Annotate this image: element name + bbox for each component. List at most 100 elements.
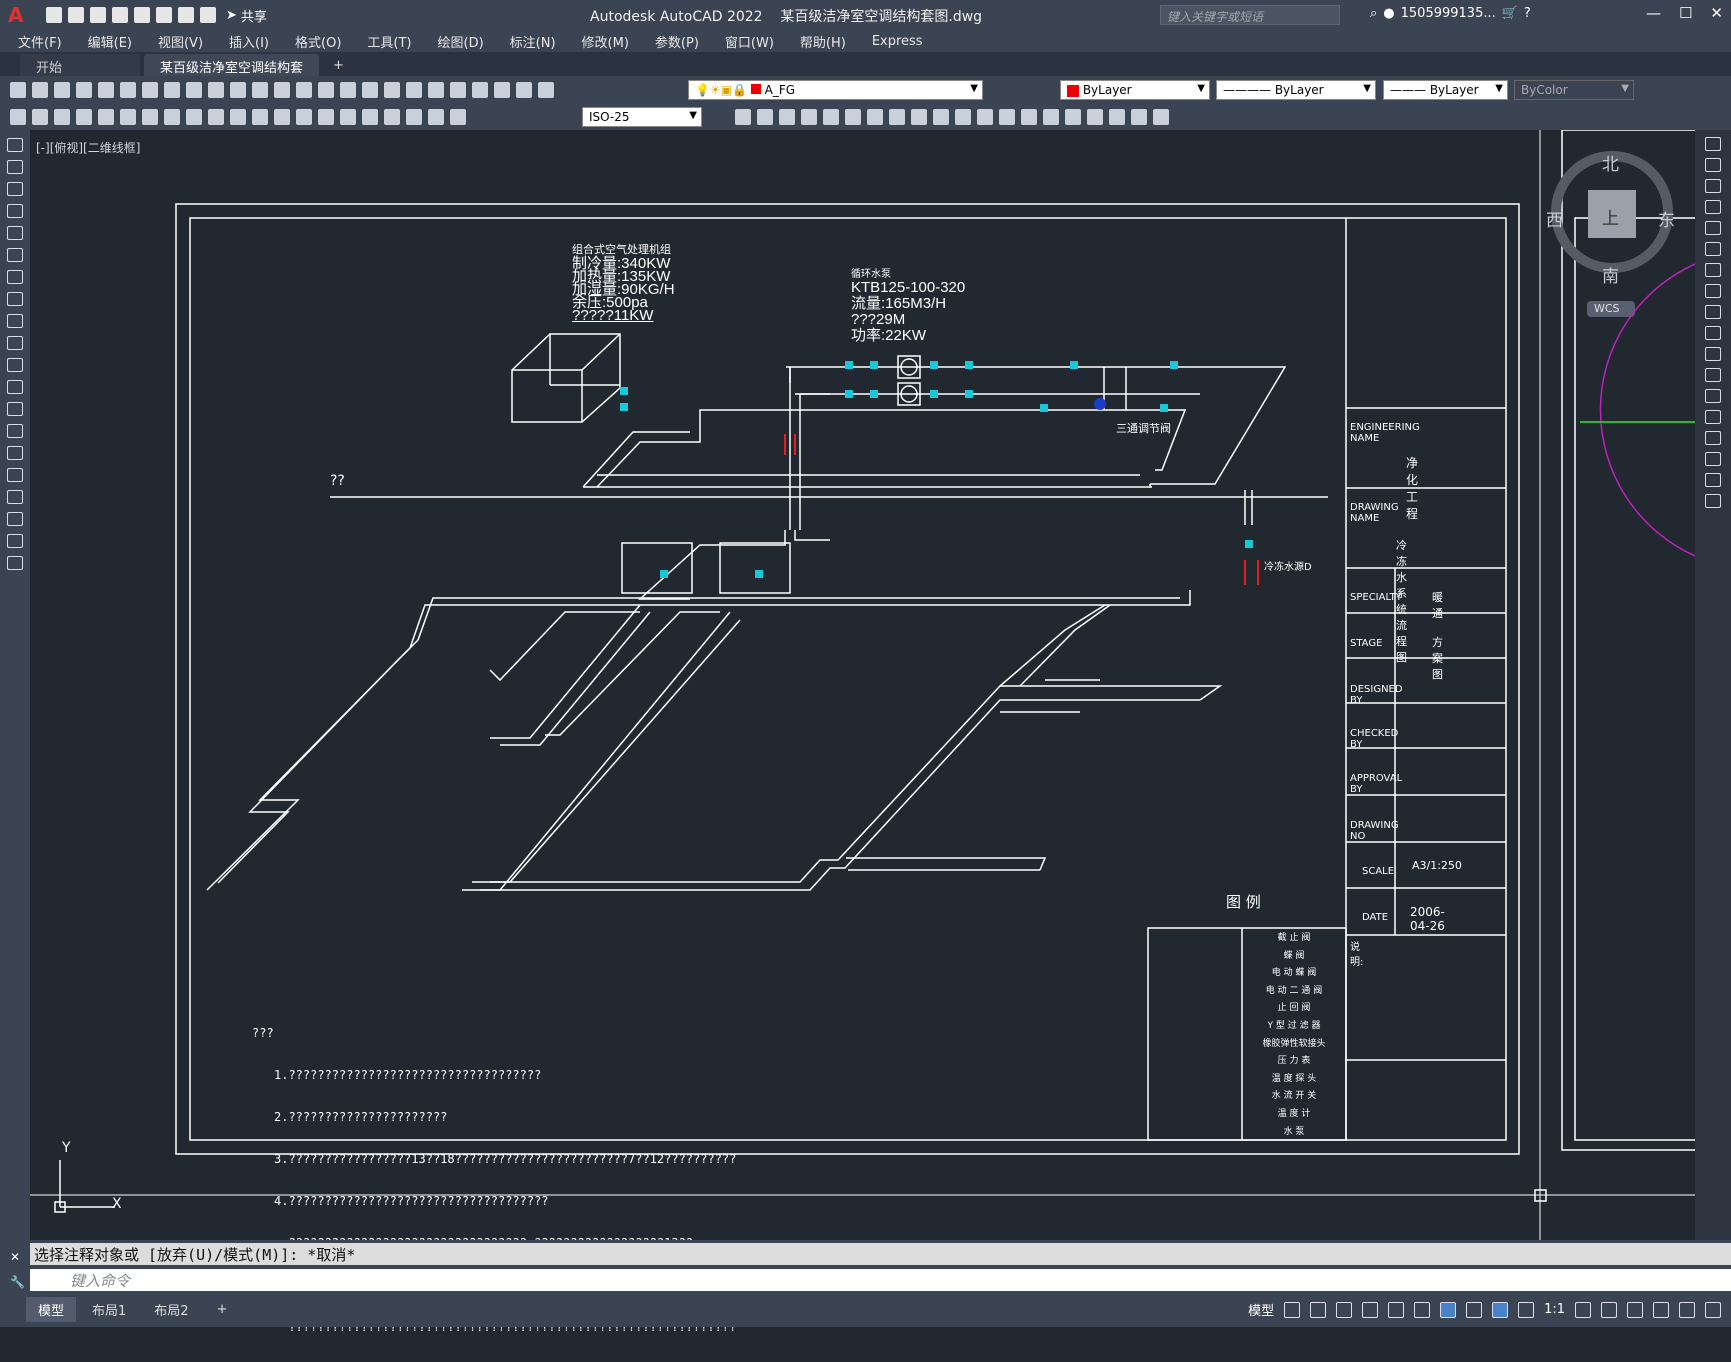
customize-icon[interactable] bbox=[1705, 1301, 1721, 1318]
ellipse-icon[interactable] bbox=[7, 336, 23, 350]
plus-icon[interactable] bbox=[1601, 1301, 1617, 1318]
move-icon[interactable] bbox=[1705, 242, 1721, 256]
paste-icon[interactable] bbox=[208, 82, 224, 98]
rotate-icon[interactable] bbox=[867, 109, 883, 125]
color-dropdown[interactable]: ByLayer ▼ bbox=[1060, 80, 1210, 100]
copy-obj-icon[interactable] bbox=[757, 109, 773, 125]
point-icon[interactable] bbox=[7, 424, 23, 438]
add-selected-icon[interactable] bbox=[7, 556, 23, 570]
erase-icon[interactable] bbox=[1705, 137, 1721, 151]
zoom-window-icon[interactable] bbox=[340, 82, 356, 98]
plotstyle-dropdown[interactable]: ByColor ▼ bbox=[1514, 80, 1634, 100]
explode-icon[interactable] bbox=[1705, 494, 1721, 508]
add-tab-icon[interactable]: + bbox=[333, 58, 344, 76]
dimstyle-dropdown[interactable]: ISO-25 ▼ bbox=[582, 107, 702, 127]
menu-draw[interactable]: 绘图(D) bbox=[438, 32, 484, 51]
offset-icon[interactable] bbox=[801, 109, 817, 125]
gradient-icon[interactable] bbox=[7, 468, 23, 482]
line-icon[interactable] bbox=[7, 138, 23, 152]
extend-icon[interactable] bbox=[1705, 347, 1721, 361]
dim-text-edit-icon[interactable] bbox=[450, 109, 466, 125]
polar-icon[interactable] bbox=[1362, 1301, 1379, 1318]
radius-icon[interactable] bbox=[164, 109, 180, 125]
annotation-visibility-icon[interactable] bbox=[1492, 1301, 1509, 1318]
maximize-icon[interactable]: ☐ bbox=[1679, 4, 1692, 22]
add-layout-icon[interactable]: + bbox=[205, 1299, 240, 1320]
join-icon[interactable] bbox=[999, 109, 1015, 125]
cut-icon[interactable] bbox=[164, 82, 180, 98]
isolate-icon[interactable] bbox=[1627, 1301, 1643, 1318]
cart-icon[interactable]: 🛒 bbox=[1502, 6, 1518, 21]
print-icon[interactable] bbox=[156, 7, 172, 23]
extend-icon[interactable] bbox=[955, 109, 971, 125]
make-block-icon[interactable] bbox=[7, 402, 23, 416]
insert-icon[interactable] bbox=[7, 380, 23, 394]
layer-properties-icon[interactable] bbox=[538, 82, 554, 98]
tool-palettes-icon[interactable] bbox=[428, 82, 444, 98]
open-file-icon[interactable] bbox=[68, 7, 84, 23]
jogged-icon[interactable] bbox=[186, 109, 202, 125]
stretch-icon[interactable] bbox=[1705, 305, 1721, 319]
minimize-icon[interactable]: — bbox=[1646, 4, 1661, 22]
inspect-icon[interactable] bbox=[384, 109, 400, 125]
calculator-icon[interactable] bbox=[494, 82, 510, 98]
fillet-icon[interactable] bbox=[1705, 452, 1721, 466]
save-icon[interactable] bbox=[54, 82, 70, 98]
hatch-icon[interactable] bbox=[1109, 109, 1125, 125]
rotate-icon[interactable] bbox=[1705, 263, 1721, 277]
snap-icon[interactable] bbox=[1310, 1301, 1327, 1318]
user-account[interactable]: ⌕ ● 1505999135... 🛒? bbox=[1370, 6, 1531, 21]
clean-screen-icon[interactable] bbox=[1679, 1301, 1695, 1318]
jog-line-icon[interactable] bbox=[406, 109, 422, 125]
markup-icon[interactable] bbox=[472, 82, 488, 98]
viewcube-top-face[interactable] bbox=[1588, 190, 1636, 238]
share-button[interactable]: ➤ 共享 bbox=[226, 6, 267, 25]
undo-icon[interactable] bbox=[178, 7, 194, 23]
array-icon[interactable] bbox=[1705, 221, 1721, 235]
redo-icon[interactable] bbox=[274, 82, 290, 98]
layers-icon[interactable] bbox=[54, 109, 70, 125]
plot-icon[interactable] bbox=[76, 82, 92, 98]
offset-icon[interactable] bbox=[1705, 200, 1721, 214]
undo-icon[interactable] bbox=[252, 82, 268, 98]
chamfer-icon[interactable] bbox=[1705, 431, 1721, 445]
spline-icon[interactable] bbox=[7, 314, 23, 328]
publish-icon[interactable] bbox=[120, 82, 136, 98]
angular-icon[interactable] bbox=[230, 109, 246, 125]
close-command-icon[interactable]: ✕ bbox=[10, 1250, 20, 1264]
preview-icon[interactable] bbox=[98, 82, 114, 98]
quick-dim-icon[interactable] bbox=[252, 109, 268, 125]
lineweight-icon[interactable] bbox=[1466, 1301, 1483, 1318]
region-icon[interactable] bbox=[1131, 109, 1147, 125]
tab-layout2[interactable]: 布局2 bbox=[142, 1297, 200, 1322]
baseline-icon[interactable] bbox=[274, 109, 290, 125]
wcs-button[interactable] bbox=[1587, 301, 1635, 317]
move-icon[interactable] bbox=[845, 109, 861, 125]
linear-dim-icon[interactable] bbox=[76, 109, 92, 125]
table-icon[interactable] bbox=[7, 512, 23, 526]
menu-insert[interactable]: 插入(I) bbox=[229, 32, 269, 51]
diameter-icon[interactable] bbox=[208, 109, 224, 125]
search-icon[interactable]: ⌕ bbox=[1370, 6, 1377, 21]
join-icon[interactable] bbox=[1705, 410, 1721, 424]
open-icon[interactable] bbox=[32, 82, 48, 98]
scale-icon[interactable] bbox=[889, 109, 905, 125]
arc-length-icon[interactable] bbox=[120, 109, 136, 125]
chamfer-icon[interactable] bbox=[1021, 109, 1037, 125]
edit-icon[interactable] bbox=[10, 109, 26, 125]
ortho-icon[interactable] bbox=[1336, 1301, 1353, 1318]
autocad-logo-icon[interactable]: A bbox=[8, 3, 32, 27]
tab-layout1[interactable]: 布局1 bbox=[80, 1297, 138, 1322]
copy-icon[interactable] bbox=[186, 82, 202, 98]
sheet-set-icon[interactable] bbox=[450, 82, 466, 98]
match-prop-icon[interactable] bbox=[230, 82, 246, 98]
design-center-icon[interactable] bbox=[406, 82, 422, 98]
center-mark-icon[interactable] bbox=[362, 109, 378, 125]
qnew-icon[interactable] bbox=[10, 82, 26, 98]
menu-window[interactable]: 窗口(W) bbox=[725, 32, 774, 51]
stretch-icon[interactable] bbox=[911, 109, 927, 125]
hardware-accel-icon[interactable] bbox=[1653, 1301, 1669, 1318]
redo-icon[interactable] bbox=[200, 7, 216, 23]
tab-start[interactable]: 开始 bbox=[20, 54, 140, 76]
close-icon[interactable]: ✕ bbox=[1710, 4, 1723, 22]
